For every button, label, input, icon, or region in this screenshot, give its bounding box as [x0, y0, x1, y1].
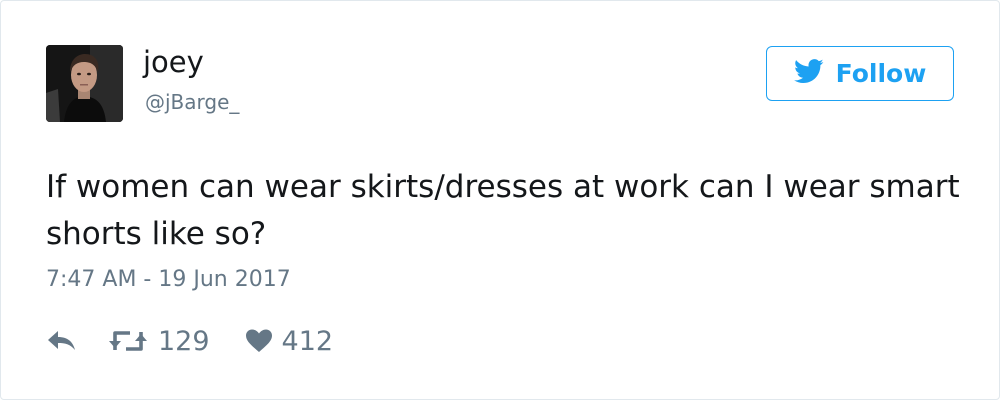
- like-button[interactable]: 412: [245, 325, 334, 357]
- retweet-count: 129: [158, 325, 210, 357]
- tweet-timestamp[interactable]: 7:47 AM - 19 Jun 2017: [46, 265, 291, 295]
- tweet-card: joey @jBarge_ Follow If women can wear s…: [0, 0, 1000, 400]
- display-name[interactable]: joey: [143, 45, 204, 79]
- follow-button[interactable]: Follow: [766, 46, 954, 101]
- retweet-icon: [108, 328, 148, 354]
- follow-label: Follow: [835, 59, 927, 88]
- heart-icon: [245, 329, 272, 353]
- twitter-bird-icon: [793, 59, 824, 88]
- reply-button[interactable]: [46, 329, 78, 353]
- user-handle[interactable]: @jBarge_: [145, 89, 239, 115]
- avatar-photo: [46, 45, 123, 122]
- tweet-actions: 129 412: [46, 321, 333, 361]
- reply-icon: [46, 329, 78, 353]
- avatar[interactable]: [46, 45, 123, 122]
- like-count: 412: [281, 325, 334, 357]
- tweet-text: If women can wear skirts/dresses at work…: [46, 169, 960, 252]
- retweet-button[interactable]: 129: [108, 326, 210, 357]
